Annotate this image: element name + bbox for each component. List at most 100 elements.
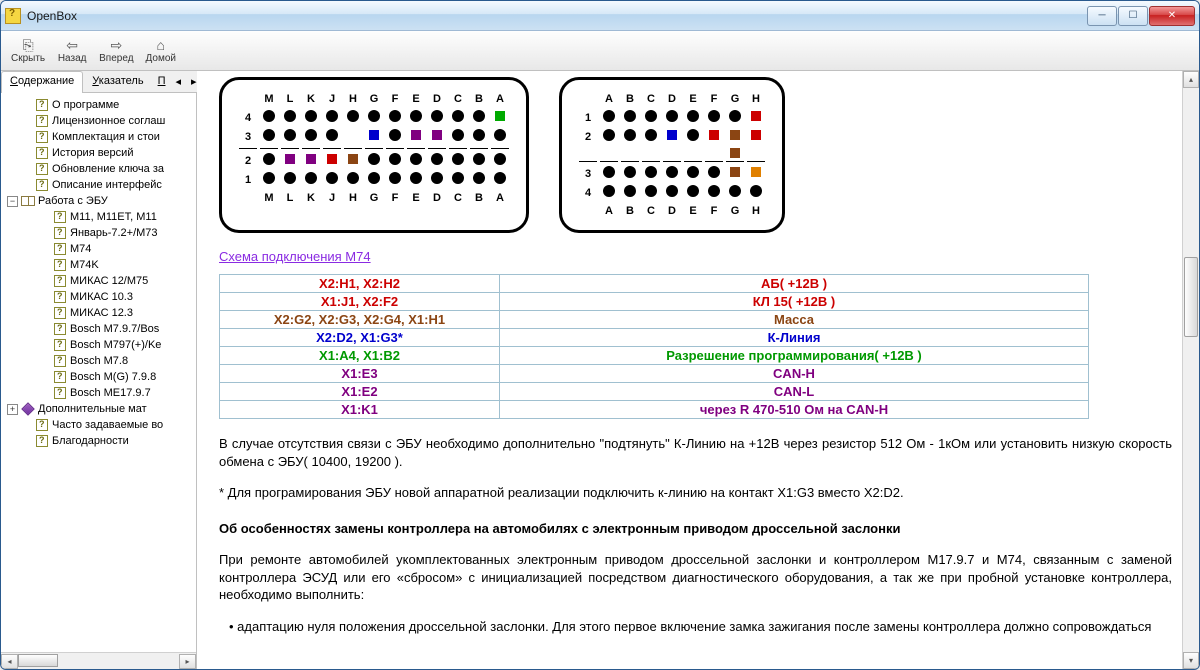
tree-label: О программе <box>52 99 119 111</box>
tree-item[interactable]: Часто задаваемые во <box>1 417 196 433</box>
tree-item[interactable]: M74 <box>1 241 196 257</box>
desc-cell: Разрешение программирования( +12В ) <box>500 347 1089 365</box>
tree-item[interactable]: M74K <box>1 257 196 273</box>
tree-item[interactable]: − Работа с ЭБУ <box>1 193 196 209</box>
tree-label: Часто задаваемые во <box>52 419 163 431</box>
tree-item[interactable]: История версий <box>1 145 196 161</box>
pin-cell: X1:E2 <box>220 383 500 401</box>
back-button[interactable]: ⇦Назад <box>53 33 91 69</box>
connector-diagrams: MLKJHGFEDCBA4321MLKJHGFEDCBA ABCDEFGH123… <box>219 77 1172 233</box>
tree-label: Благодарности <box>52 435 129 447</box>
tree-item[interactable]: Bosch M7.9.7/Bos <box>1 321 196 337</box>
expand-icon[interactable]: + <box>7 404 18 415</box>
tree-label: Bosch M797(+)/Ke <box>70 339 161 351</box>
tree-label: МИКАС 12/M75 <box>70 275 148 287</box>
home-button[interactable]: ⌂Домой <box>142 33 180 69</box>
tree-label: Bosch M7.9.7/Bos <box>70 323 159 335</box>
tree-label: Лицензионное соглаш <box>52 115 165 127</box>
para-bullet: • адаптацию нуля положения дроссельной з… <box>219 618 1172 636</box>
pin-table: X2:H1, X2:H2АБ( +12В )X1:J1, X2:F2КЛ 15(… <box>219 274 1089 419</box>
tree-item[interactable]: Лицензионное соглаш <box>1 113 196 129</box>
tree-item[interactable]: Обновление ключа за <box>1 161 196 177</box>
forward-button[interactable]: ⇨Вперед <box>95 33 137 69</box>
sidebar-hscroll[interactable]: ◂ ▸ <box>1 652 196 669</box>
connector-x1: MLKJHGFEDCBA4321MLKJHGFEDCBA <box>219 77 529 233</box>
help-page-icon <box>53 242 67 256</box>
tree-label: История версий <box>52 147 133 159</box>
expand-icon[interactable]: − <box>7 196 18 207</box>
titlebar: OpenBox ─ ☐ ✕ <box>1 1 1199 31</box>
scroll-right-button[interactable]: ▸ <box>179 654 196 669</box>
tree-item[interactable]: Январь-7.2+/M73 <box>1 225 196 241</box>
note-kline: В случае отсутствия связи с ЭБУ необходи… <box>219 435 1172 470</box>
tree-item[interactable]: О программе <box>1 97 196 113</box>
content-vscroll[interactable]: ▴ ▾ <box>1182 71 1199 669</box>
tab-search[interactable]: П <box>153 71 171 92</box>
tree-item[interactable]: МИКАС 12.3 <box>1 305 196 321</box>
help-page-icon <box>35 98 49 112</box>
app-window: OpenBox ─ ☐ ✕ ⎘Скрыть ⇦Назад ⇨Вперед ⌂До… <box>0 0 1200 670</box>
tab-index[interactable]: Указатель <box>83 71 152 92</box>
book-icon <box>21 402 35 416</box>
help-page-icon <box>35 162 49 176</box>
tree-item[interactable]: Благодарности <box>1 433 196 449</box>
tree-item[interactable]: Bosch ME17.9.7 <box>1 385 196 401</box>
connector-x2: ABCDEFGH1234ABCDEFGH <box>559 77 785 233</box>
content-scroll[interactable]: MLKJHGFEDCBA4321MLKJHGFEDCBA ABCDEFGH123… <box>197 71 1182 669</box>
tree-label: Дополнительные мат <box>38 403 147 415</box>
desc-cell: через R 470-510 Ом на CAN-H <box>500 401 1089 419</box>
window-title: OpenBox <box>27 9 1087 23</box>
tree-item[interactable]: МИКАС 12/M75 <box>1 273 196 289</box>
scroll-down-button[interactable]: ▾ <box>1183 652 1199 669</box>
nav-tabs: Содержание Указатель П ◂ ▸ <box>1 71 196 93</box>
tree-label: МИКАС 10.3 <box>70 291 133 303</box>
nav-tree[interactable]: О программе Лицензионное соглаш Комплектац… <box>1 93 196 652</box>
maximize-button[interactable]: ☐ <box>1118 6 1148 26</box>
book-open-icon <box>21 194 35 208</box>
tree-item[interactable]: Описание интерфейс <box>1 177 196 193</box>
forward-icon: ⇨ <box>107 37 125 53</box>
scroll-up-button[interactable]: ▴ <box>1183 71 1199 88</box>
para-repair: При ремонте автомобилей укомплектованных… <box>219 551 1172 604</box>
section-heading: Об особенностях замены контроллера на ав… <box>219 520 1172 538</box>
help-page-icon <box>53 386 67 400</box>
vscroll-track[interactable] <box>1183 88 1199 652</box>
tree-label: M74 <box>70 243 91 255</box>
tree-item[interactable]: Bosch M(G) 7.9.8 <box>1 369 196 385</box>
schema-link[interactable]: Схема подключения M74 <box>219 249 1172 264</box>
note-asterisk: * Для програмирования ЭБУ новой аппаратн… <box>219 484 1172 502</box>
tree-item[interactable]: Комплектация и стои <box>1 129 196 145</box>
help-page-icon <box>53 338 67 352</box>
tab-scroll-left[interactable]: ◂ <box>171 71 187 92</box>
pin-cell: X2:G2, X2:G3, X2:G4, X1:H1 <box>220 311 500 329</box>
help-page-icon <box>53 258 67 272</box>
tree-item[interactable]: Bosch M7.8 <box>1 353 196 369</box>
vscroll-thumb[interactable] <box>1184 257 1198 337</box>
desc-cell: АБ( +12В ) <box>500 275 1089 293</box>
pin-cell: X1:J1, X2:F2 <box>220 293 500 311</box>
tree-item[interactable]: + Дополнительные мат <box>1 401 196 417</box>
minimize-button[interactable]: ─ <box>1087 6 1117 26</box>
tree-item[interactable]: M11, M11ET, M11 <box>1 209 196 225</box>
scroll-track[interactable] <box>18 654 179 669</box>
home-icon: ⌂ <box>152 37 170 53</box>
tree-label: МИКАС 12.3 <box>70 307 133 319</box>
tree-item[interactable]: Bosch M797(+)/Ke <box>1 337 196 353</box>
close-button[interactable]: ✕ <box>1149 6 1195 26</box>
scroll-thumb[interactable] <box>18 654 58 667</box>
tree-label: Bosch M(G) 7.9.8 <box>70 371 156 383</box>
help-page-icon <box>53 322 67 336</box>
desc-cell: CAN-L <box>500 383 1089 401</box>
tree-label: Работа с ЭБУ <box>38 195 108 207</box>
hide-button[interactable]: ⎘Скрыть <box>7 33 49 69</box>
hide-icon: ⎘ <box>19 37 37 53</box>
pin-cell: X1:A4, X1:B2 <box>220 347 500 365</box>
scroll-left-button[interactable]: ◂ <box>1 654 18 669</box>
desc-cell: К-Линия <box>500 329 1089 347</box>
tree-label: Комплектация и стои <box>52 131 160 143</box>
help-page-icon <box>53 274 67 288</box>
tree-label: M74K <box>70 259 99 271</box>
toolbar: ⎘Скрыть ⇦Назад ⇨Вперед ⌂Домой <box>1 31 1199 71</box>
tab-contents[interactable]: Содержание <box>1 71 83 93</box>
tree-item[interactable]: МИКАС 10.3 <box>1 289 196 305</box>
